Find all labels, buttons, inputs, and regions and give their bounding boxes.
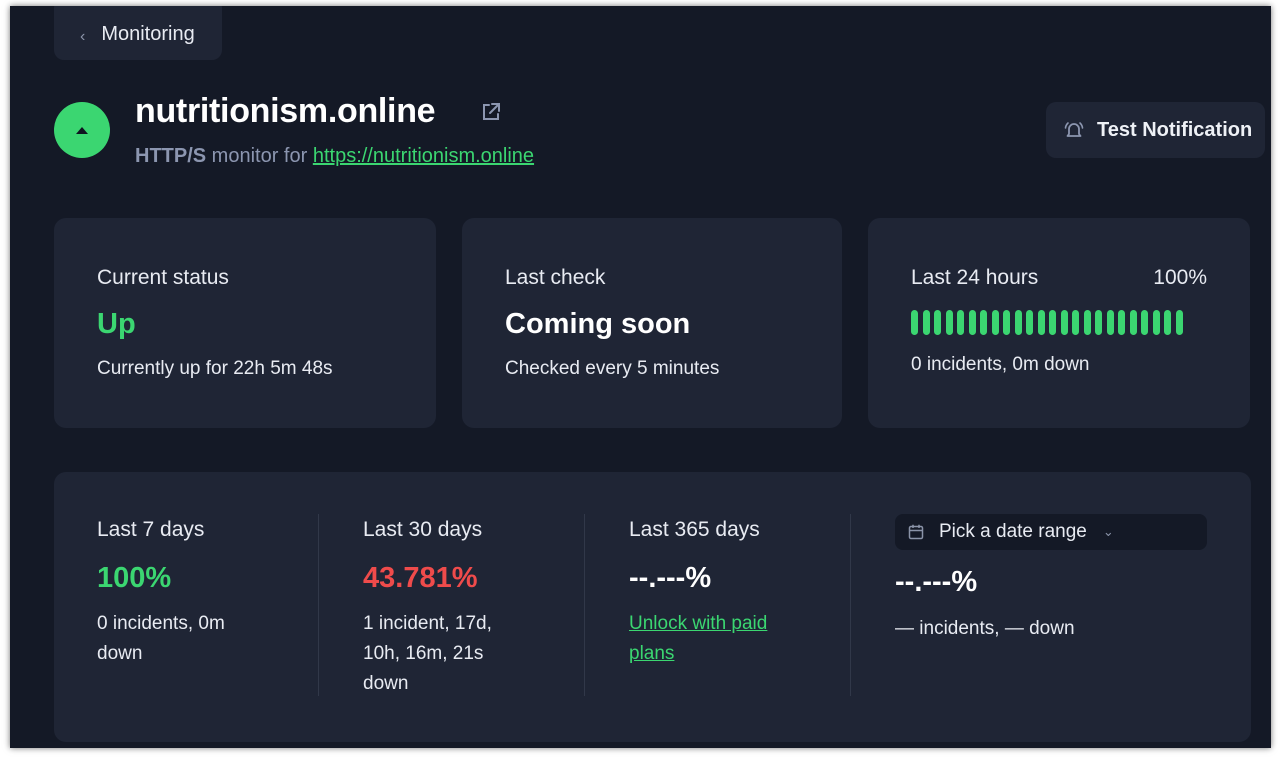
stat-7d-detail: 0 incidents, 0m down: [97, 613, 225, 664]
chevron-down-icon: ⌄: [1102, 524, 1114, 539]
uptime-bar[interactable]: [980, 310, 987, 335]
last-check-card: Last check Coming soon Checked every 5 m…: [462, 218, 842, 428]
status-up-indicator: [54, 102, 110, 158]
date-range-label: Pick a date range: [939, 521, 1087, 542]
uptime-bar[interactable]: [1129, 310, 1137, 335]
divider: [318, 514, 319, 696]
last-24-hours-card: Last 24 hours 100% 0 incidents, 0m down: [868, 218, 1250, 428]
calendar-icon: [908, 524, 924, 540]
stat-30d-detail: 1 incident, 17d, 10h, 16m, 21s down: [363, 613, 492, 694]
monitor-for-text: monitor for: [206, 145, 313, 167]
uptime-bar[interactable]: [1060, 310, 1068, 335]
uptime-bar[interactable]: [922, 310, 930, 335]
stat-custom-detail: — incidents, — down: [895, 618, 1075, 639]
back-to-monitoring-button[interactable]: ‹ Monitoring: [54, 6, 222, 60]
uptime-bar[interactable]: [1141, 310, 1148, 335]
uptime-bar[interactable]: [1083, 310, 1091, 335]
monitor-detail-page: ‹ Monitoring nutritionism.online HTTP/S …: [10, 6, 1271, 748]
uptime-bar[interactable]: [1026, 310, 1033, 335]
divider: [850, 514, 851, 696]
stat-30d-value: 43.781%: [363, 562, 478, 594]
monitor-url-link[interactable]: https://nutritionism.online: [313, 145, 534, 167]
uptime-bar[interactable]: [968, 310, 976, 335]
last-check-value: Coming soon: [505, 308, 691, 340]
stat-7d-value: 100%: [97, 562, 172, 594]
last-check-detail: Checked every 5 minutes: [505, 358, 720, 379]
uptime-stats-panel: Last 7 days 100% 0 incidents, 0m down La…: [54, 472, 1251, 742]
uptime-bar[interactable]: [957, 310, 964, 335]
stat-365d-detail: Unlock with paid plans: [629, 609, 799, 669]
date-range-picker[interactable]: Pick a date range ⌄: [895, 514, 1207, 550]
uptime-bar[interactable]: [1106, 310, 1114, 335]
uptime-bar-chart: [911, 310, 1183, 335]
last-check-label: Last check: [505, 266, 606, 289]
stat-custom-value: --.---%: [895, 566, 978, 598]
last-24-hours-percent: 100%: [1153, 266, 1207, 289]
uptime-bar[interactable]: [1049, 310, 1056, 335]
uptime-bar[interactable]: [934, 310, 941, 335]
bell-icon: [1064, 122, 1084, 137]
stat-365d-value: --.---%: [629, 562, 712, 594]
back-button-label: Monitoring: [101, 23, 195, 45]
test-notification-button[interactable]: Test Notification: [1046, 102, 1265, 158]
monitor-title: nutritionism.online: [135, 92, 436, 130]
uptime-bar[interactable]: [1095, 310, 1102, 335]
current-status-card: Current status Up Currently up for 22h 5…: [54, 218, 436, 428]
last-24-hours-label: Last 24 hours: [911, 266, 1039, 289]
uptime-bar[interactable]: [1118, 310, 1125, 335]
monitor-protocol: HTTP/S: [135, 145, 207, 167]
uptime-bar[interactable]: [1003, 310, 1010, 335]
uptime-bar[interactable]: [1164, 310, 1171, 335]
current-status-detail: Currently up for 22h 5m 48s: [97, 358, 333, 379]
last-24-hours-detail: 0 incidents, 0m down: [911, 354, 1090, 375]
stat-365d-label: Last 365 days: [629, 518, 760, 541]
test-notification-label: Test Notification: [1097, 118, 1253, 141]
chevron-left-icon: ‹: [80, 28, 86, 45]
uptime-bar[interactable]: [1175, 310, 1183, 335]
uptime-bar[interactable]: [1014, 310, 1022, 335]
uptime-bar[interactable]: [1072, 310, 1079, 335]
uptime-bar[interactable]: [1152, 310, 1160, 335]
unlock-paid-plans-link[interactable]: Unlock with paid plans: [629, 613, 767, 664]
uptime-bar[interactable]: [1037, 310, 1045, 335]
current-status-value: Up: [97, 308, 136, 340]
chevron-up-icon: [76, 127, 88, 134]
current-status-label: Current status: [97, 266, 229, 289]
stat-30d-label: Last 30 days: [363, 518, 483, 541]
uptime-bar[interactable]: [945, 310, 953, 335]
stat-7d-label: Last 7 days: [97, 518, 205, 541]
uptime-bar[interactable]: [991, 310, 999, 335]
external-link-icon[interactable]: [480, 101, 502, 123]
divider: [584, 514, 585, 696]
monitor-subtitle: HTTP/S monitor for https://nutritionism.…: [135, 145, 534, 168]
uptime-bar[interactable]: [911, 310, 918, 335]
